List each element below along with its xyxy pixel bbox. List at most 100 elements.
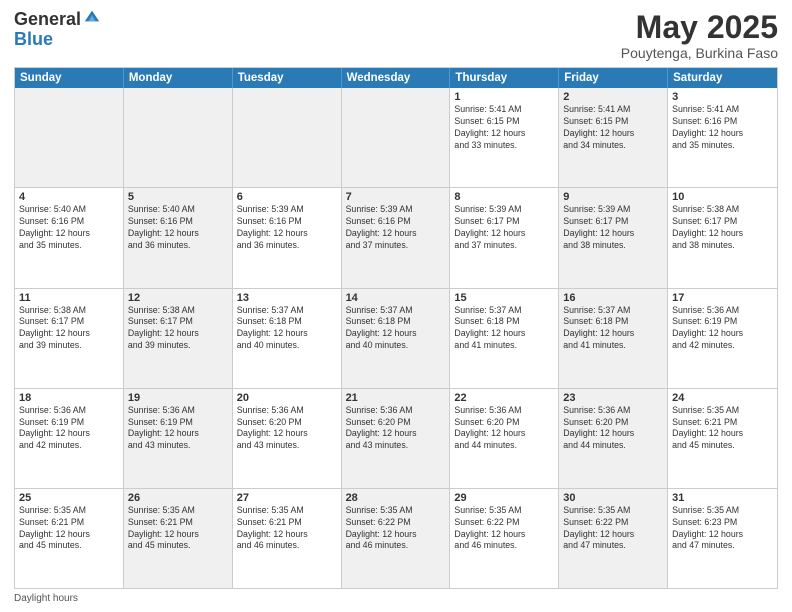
day-number: 2 — [563, 91, 663, 103]
day-info: Sunrise: 5:37 AM Sunset: 6:18 PM Dayligh… — [563, 305, 663, 353]
day-cell-25: 25Sunrise: 5:35 AM Sunset: 6:21 PM Dayli… — [15, 489, 124, 588]
day-cell-empty-0-2 — [233, 88, 342, 187]
day-info: Sunrise: 5:36 AM Sunset: 6:20 PM Dayligh… — [563, 405, 663, 453]
day-info: Sunrise: 5:40 AM Sunset: 6:16 PM Dayligh… — [19, 204, 119, 252]
day-info: Sunrise: 5:38 AM Sunset: 6:17 PM Dayligh… — [672, 204, 773, 252]
day-info: Sunrise: 5:35 AM Sunset: 6:21 PM Dayligh… — [19, 505, 119, 553]
day-info: Sunrise: 5:36 AM Sunset: 6:20 PM Dayligh… — [454, 405, 554, 453]
day-info: Sunrise: 5:41 AM Sunset: 6:16 PM Dayligh… — [672, 104, 773, 152]
day-number: 20 — [237, 392, 337, 404]
day-info: Sunrise: 5:36 AM Sunset: 6:19 PM Dayligh… — [128, 405, 228, 453]
day-info: Sunrise: 5:35 AM Sunset: 6:21 PM Dayligh… — [237, 505, 337, 553]
day-info: Sunrise: 5:35 AM Sunset: 6:21 PM Dayligh… — [672, 405, 773, 453]
day-number: 5 — [128, 191, 228, 203]
day-info: Sunrise: 5:35 AM Sunset: 6:22 PM Dayligh… — [454, 505, 554, 553]
logo-blue-text: Blue — [14, 30, 101, 50]
day-cell-28: 28Sunrise: 5:35 AM Sunset: 6:22 PM Dayli… — [342, 489, 451, 588]
day-cell-9: 9Sunrise: 5:39 AM Sunset: 6:17 PM Daylig… — [559, 188, 668, 287]
day-info: Sunrise: 5:39 AM Sunset: 6:17 PM Dayligh… — [454, 204, 554, 252]
page: General Blue May 2025 Pouytenga, Burkina… — [0, 0, 792, 612]
day-cell-17: 17Sunrise: 5:36 AM Sunset: 6:19 PM Dayli… — [668, 289, 777, 388]
day-cell-13: 13Sunrise: 5:37 AM Sunset: 6:18 PM Dayli… — [233, 289, 342, 388]
day-cell-4: 4Sunrise: 5:40 AM Sunset: 6:16 PM Daylig… — [15, 188, 124, 287]
day-number: 1 — [454, 91, 554, 103]
day-number: 15 — [454, 292, 554, 304]
day-info: Sunrise: 5:39 AM Sunset: 6:16 PM Dayligh… — [346, 204, 446, 252]
day-number: 13 — [237, 292, 337, 304]
day-info: Sunrise: 5:35 AM Sunset: 6:22 PM Dayligh… — [346, 505, 446, 553]
day-number: 22 — [454, 392, 554, 404]
day-number: 11 — [19, 292, 119, 304]
calendar-header: SundayMondayTuesdayWednesdayThursdayFrid… — [15, 68, 777, 88]
day-cell-14: 14Sunrise: 5:37 AM Sunset: 6:18 PM Dayli… — [342, 289, 451, 388]
day-number: 7 — [346, 191, 446, 203]
day-number: 28 — [346, 492, 446, 504]
day-cell-22: 22Sunrise: 5:36 AM Sunset: 6:20 PM Dayli… — [450, 389, 559, 488]
day-number: 23 — [563, 392, 663, 404]
day-info: Sunrise: 5:36 AM Sunset: 6:19 PM Dayligh… — [672, 305, 773, 353]
calendar-row-4: 18 Sunrise: 5:36 AM Sunset: 6:19 PM Dayli… — [15, 388, 777, 488]
footer-note: Daylight hours — [14, 593, 778, 604]
day-number: 31 — [672, 492, 773, 504]
day-number: 9 — [563, 191, 663, 203]
weekday-header-friday: Friday — [559, 68, 668, 88]
day-info: Sunrise: 5:41 AM Sunset: 6:15 PM Dayligh… — [454, 104, 554, 152]
day-info: Sunrise: 5:35 AM Sunset: 6:22 PM Dayligh… — [563, 505, 663, 553]
day-number: 25 — [19, 492, 119, 504]
day-info: Sunrise: 5:37 AM Sunset: 6:18 PM Dayligh… — [346, 305, 446, 353]
weekday-header-tuesday: Tuesday — [233, 68, 342, 88]
day-number: 3 — [672, 91, 773, 103]
day-cell-19: 19Sunrise: 5:36 AM Sunset: 6:19 PM Dayli… — [124, 389, 233, 488]
day-cell-26: 26Sunrise: 5:35 AM Sunset: 6:21 PM Dayli… — [124, 489, 233, 588]
calendar-row-1: 1Sunrise: 5:41 AM Sunset: 6:15 PM Daylig… — [15, 88, 777, 187]
day-number: 29 — [454, 492, 554, 504]
day-info: Sunrise: 5:41 AM Sunset: 6:15 PM Dayligh… — [563, 104, 663, 152]
day-cell-21: 21Sunrise: 5:36 AM Sunset: 6:20 PM Dayli… — [342, 389, 451, 488]
calendar-row-2: 4Sunrise: 5:40 AM Sunset: 6:16 PM Daylig… — [15, 187, 777, 287]
day-info: Sunrise: 5:39 AM Sunset: 6:16 PM Dayligh… — [237, 204, 337, 252]
day-cell-12: 12Sunrise: 5:38 AM Sunset: 6:17 PM Dayli… — [124, 289, 233, 388]
day-info: Sunrise: 5:39 AM Sunset: 6:17 PM Dayligh… — [563, 204, 663, 252]
day-number: 19 — [128, 392, 228, 404]
day-cell-30: 30Sunrise: 5:35 AM Sunset: 6:22 PM Dayli… — [559, 489, 668, 588]
day-number: 4 — [19, 191, 119, 203]
day-info: Sunrise: 5:40 AM Sunset: 6:16 PM Dayligh… — [128, 204, 228, 252]
day-number: 16 — [563, 292, 663, 304]
day-number: 18 — [19, 392, 119, 404]
day-number: 8 — [454, 191, 554, 203]
day-info: Sunrise: 5:36 AM Sunset: 6:20 PM Dayligh… — [237, 405, 337, 453]
day-cell-23: 23Sunrise: 5:36 AM Sunset: 6:20 PM Dayli… — [559, 389, 668, 488]
weekday-header-saturday: Saturday — [668, 68, 777, 88]
day-cell-31: 31Sunrise: 5:35 AM Sunset: 6:23 PM Dayli… — [668, 489, 777, 588]
weekday-header-wednesday: Wednesday — [342, 68, 451, 88]
day-cell-16: 16Sunrise: 5:37 AM Sunset: 6:18 PM Dayli… — [559, 289, 668, 388]
weekday-header-thursday: Thursday — [450, 68, 559, 88]
day-cell-24: 24Sunrise: 5:35 AM Sunset: 6:21 PM Dayli… — [668, 389, 777, 488]
calendar-row-3: 11 Sunrise: 5:38 AM Sunset: 6:17 PM Dayli… — [15, 288, 777, 388]
weekday-header-monday: Monday — [124, 68, 233, 88]
calendar-body: 1Sunrise: 5:41 AM Sunset: 6:15 PM Daylig… — [15, 88, 777, 588]
day-number: 10 — [672, 191, 773, 203]
day-info: Sunrise: 5:36 AM Sunset: 6:20 PM Dayligh… — [346, 405, 446, 453]
day-info: Sunrise: 5:35 AM Sunset: 6:23 PM Dayligh… — [672, 505, 773, 553]
day-cell-empty-0-1 — [124, 88, 233, 187]
calendar-row-5: 25Sunrise: 5:35 AM Sunset: 6:21 PM Dayli… — [15, 488, 777, 588]
weekday-header-sunday: Sunday — [15, 68, 124, 88]
day-cell-20: 20Sunrise: 5:36 AM Sunset: 6:20 PM Dayli… — [233, 389, 342, 488]
day-number: 14 — [346, 292, 446, 304]
logo: General Blue — [14, 10, 101, 50]
title-block: May 2025 Pouytenga, Burkina Faso — [621, 10, 778, 61]
day-cell-empty-0-3 — [342, 88, 451, 187]
day-cell-27: 27Sunrise: 5:35 AM Sunset: 6:21 PM Dayli… — [233, 489, 342, 588]
day-cell-15: 15Sunrise: 5:37 AM Sunset: 6:18 PM Dayli… — [450, 289, 559, 388]
day-number: 27 — [237, 492, 337, 504]
day-number: 30 — [563, 492, 663, 504]
day-cell-2: 2Sunrise: 5:41 AM Sunset: 6:15 PM Daylig… — [559, 88, 668, 187]
logo-general-text: General — [14, 10, 81, 30]
day-number: 12 — [128, 292, 228, 304]
day-cell-29: 29Sunrise: 5:35 AM Sunset: 6:22 PM Dayli… — [450, 489, 559, 588]
day-info: Sunrise: 5:38 AM Sunset: 6:17 PM Dayligh… — [128, 305, 228, 353]
calendar: SundayMondayTuesdayWednesdayThursdayFrid… — [14, 67, 778, 589]
day-cell-18: 18Sunrise: 5:36 AM Sunset: 6:19 PM Dayli… — [15, 389, 124, 488]
day-info: Sunrise: 5:37 AM Sunset: 6:18 PM Dayligh… — [454, 305, 554, 353]
